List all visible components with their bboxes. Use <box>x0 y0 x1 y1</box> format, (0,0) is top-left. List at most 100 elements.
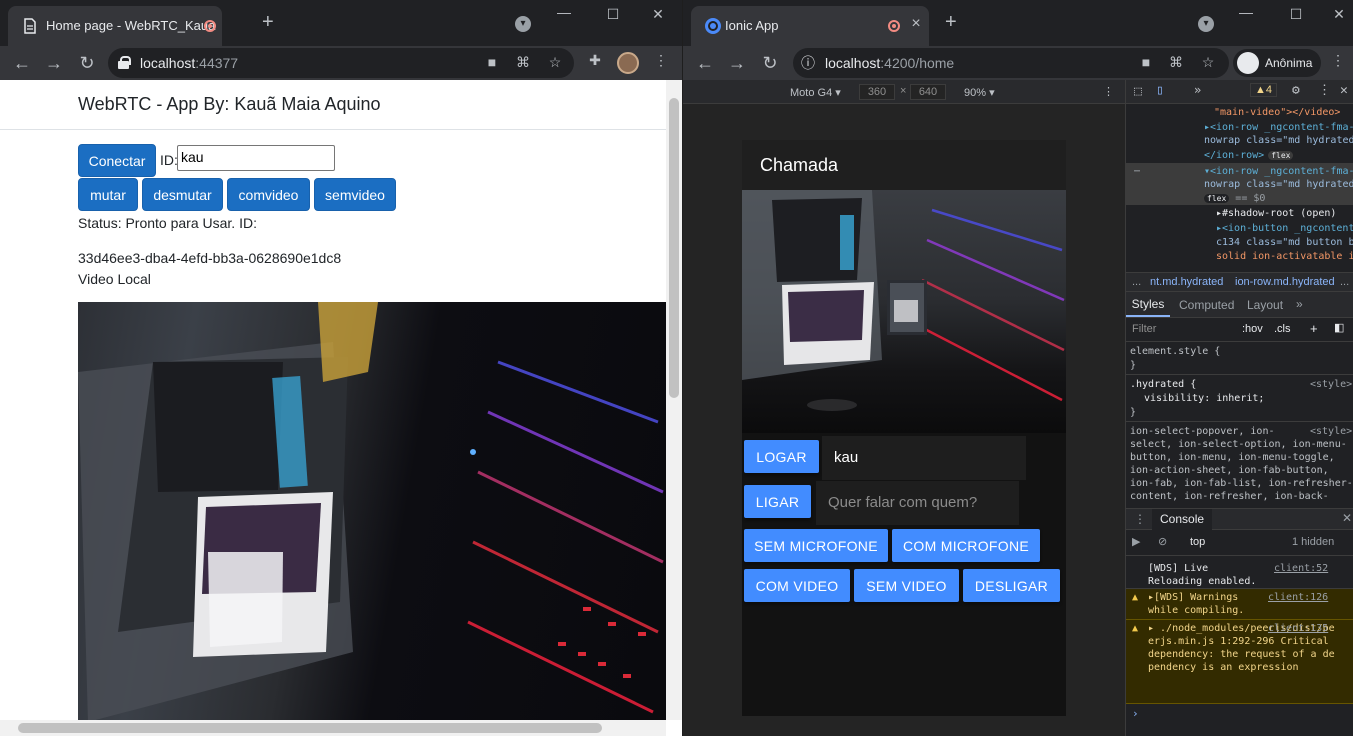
tab-webrtc[interactable]: Home page - WebRTC_Kaua <box>8 6 222 46</box>
camera-icon[interactable]: ■ <box>483 54 501 70</box>
style-property[interactable]: visibility: inherit; <box>1144 392 1353 405</box>
vertical-scrollbar[interactable] <box>666 80 682 720</box>
call-button[interactable]: LIGAR <box>744 485 811 518</box>
bookmark-star-icon[interactable]: ☆ <box>1199 54 1217 71</box>
back-icon[interactable]: ← <box>11 52 33 74</box>
tab-ionic-app[interactable]: Ionic App × <box>691 6 929 46</box>
dom-line[interactable]: ▾<ion-row _ngcontent-fma- <box>1204 165 1353 178</box>
new-tab-button[interactable]: + <box>262 12 274 32</box>
console-warning[interactable]: ▲ client:126 ▸[WDS] Warnings while compi… <box>1126 589 1353 620</box>
dom-line[interactable]: nowrap class="md hydrated <box>1204 134 1353 147</box>
console-source-link[interactable]: client:52 <box>1274 562 1328 575</box>
close-window-icon[interactable]: ✕ <box>1329 6 1349 23</box>
style-source[interactable]: <style> <box>1310 378 1353 391</box>
settings-gear-icon[interactable]: ⚙ <box>1292 83 1300 98</box>
devtools-menu-icon[interactable]: ⋮ <box>1318 83 1331 98</box>
more-tabs-icon[interactable]: » <box>1194 83 1201 97</box>
maximize-icon[interactable]: ☐ <box>603 6 623 23</box>
profile-avatar[interactable] <box>617 52 639 74</box>
scroll-thumb-horizontal[interactable] <box>18 723 602 733</box>
video-on-button[interactable]: COM VIDEO <box>744 569 850 602</box>
console-prompt[interactable]: › <box>1132 707 1139 720</box>
incognito-profile[interactable]: Anônima <box>1233 49 1321 77</box>
inspect-icon[interactable]: ⬚ <box>1134 84 1142 99</box>
sidebar-icon[interactable]: ▶︎ <box>1132 535 1140 548</box>
drawer-menu-icon[interactable]: ⋮ <box>1134 512 1146 526</box>
crumb-item[interactable]: ion-row.md.hydrated <box>1235 276 1335 288</box>
translate-icon[interactable]: ⌘ <box>1167 54 1185 71</box>
style-source[interactable]: <style> <box>1310 425 1353 438</box>
connect-button[interactable]: Conectar <box>78 144 156 177</box>
dom-line[interactable]: nowrap class="md hydrated <box>1204 178 1353 191</box>
page-title[interactable]: WebRTC - App By: Kauã Maia Aquino <box>78 94 381 115</box>
dom-line[interactable]: flex == $0 <box>1204 192 1353 205</box>
crumb-item[interactable]: ... <box>1340 276 1349 288</box>
scroll-thumb[interactable] <box>669 98 679 398</box>
dom-line[interactable]: "main-video"></video> <box>1214 106 1353 119</box>
dom-line[interactable]: ▸#shadow-root (open) <box>1216 207 1353 220</box>
add-rule-icon[interactable]: + <box>1310 321 1318 336</box>
unmute-button[interactable]: desmutar <box>142 178 223 211</box>
device-select[interactable]: Moto G4 ▾ <box>790 86 841 99</box>
mic-on-button[interactable]: COM MICROFONE <box>892 529 1040 562</box>
console-warning[interactable]: ▲ client:135 ▸ ./node_modules/peerjs/dis… <box>1126 620 1353 704</box>
info-icon[interactable]: ⓘ <box>799 53 817 73</box>
more-tabs-icon[interactable]: » <box>1296 297 1303 311</box>
id-input[interactable]: kau <box>177 145 335 171</box>
tab-styles[interactable]: Styles <box>1126 292 1170 317</box>
zoom-select[interactable]: 90% ▾ <box>964 86 995 99</box>
minimize-icon[interactable]: — <box>554 4 574 20</box>
hov-toggle[interactable]: :hov <box>1242 323 1263 335</box>
sidebar-toggle-icon[interactable]: ◧ <box>1334 321 1344 334</box>
dom-line[interactable]: </ion-row> flex <box>1204 149 1353 162</box>
horizontal-scrollbar[interactable] <box>0 720 666 736</box>
menu-kebab-icon[interactable]: ⋮ <box>652 52 670 69</box>
back-icon[interactable]: ← <box>694 52 716 74</box>
extensions-icon[interactable]: ✚ <box>586 52 604 69</box>
close-tab-icon[interactable]: × <box>907 15 925 33</box>
more-icon[interactable]: ⋮ <box>1103 85 1114 98</box>
login-button[interactable]: LOGAR <box>744 440 819 473</box>
menu-kebab-icon[interactable]: ⋮ <box>1329 52 1347 69</box>
drawer-close-icon[interactable]: ✕ <box>1342 511 1352 525</box>
forward-icon[interactable]: → <box>726 52 748 74</box>
clear-console-icon[interactable]: ⊘ <box>1158 535 1167 548</box>
video-on-button[interactable]: comvideo <box>227 178 310 211</box>
dom-line[interactable]: solid ion-activatable io <box>1216 250 1353 263</box>
forward-icon[interactable]: → <box>43 52 65 74</box>
call-input[interactable]: Quer falar com quem? <box>816 481 1019 525</box>
new-tab-button[interactable]: + <box>945 12 957 32</box>
device-toggle-icon[interactable]: ▯ <box>1156 83 1164 98</box>
reload-icon[interactable]: ↻ <box>759 52 781 74</box>
selected-dom-node[interactable]: ⋯ ▾<ion-row _ngcontent-fma- nowrap class… <box>1126 163 1353 205</box>
crumb-item[interactable]: nt.md.hydrated <box>1150 276 1223 288</box>
tab-computed[interactable]: Computed <box>1179 298 1234 312</box>
minimize-icon[interactable]: — <box>1236 4 1256 20</box>
crumb-item[interactable]: ... <box>1132 276 1141 288</box>
address-bar[interactable]: localhost:44377 ■ ⌘ ☆ <box>108 48 574 78</box>
dom-line[interactable]: ▸<ion-button _ngcontent <box>1216 222 1353 235</box>
tab-search-icon[interactable]: ▾ <box>515 16 531 32</box>
tab-layout[interactable]: Layout <box>1247 298 1283 312</box>
address-bar[interactable]: ⓘ localhost:4200/home ■ ⌘ ☆ <box>793 48 1229 78</box>
reload-icon[interactable]: ↻ <box>76 52 98 74</box>
mute-button[interactable]: mutar <box>78 178 138 211</box>
login-input[interactable]: kau <box>822 436 1026 480</box>
mic-off-button[interactable]: SEM MICROFONE <box>744 529 888 562</box>
tab-console[interactable]: Console <box>1152 509 1213 530</box>
cls-toggle[interactable]: .cls <box>1274 323 1291 335</box>
video-off-button[interactable]: semvideo <box>314 178 396 211</box>
devtools-close-icon[interactable]: ✕ <box>1340 83 1348 98</box>
context-select[interactable]: top <box>1190 536 1205 548</box>
console-source-link[interactable]: client:126 <box>1268 591 1328 604</box>
dom-line[interactable]: ▸<ion-row _ngcontent-fma- <box>1204 121 1353 134</box>
tab-search-icon[interactable]: ▾ <box>1198 16 1214 32</box>
camera-icon[interactable]: ■ <box>1137 54 1155 70</box>
console-source-link[interactable]: client:135 <box>1268 622 1328 635</box>
height-input[interactable]: 640 <box>910 84 946 100</box>
width-input[interactable]: 360 <box>859 84 895 100</box>
hangup-button[interactable]: DESLIGAR <box>963 569 1060 602</box>
maximize-icon[interactable]: ☐ <box>1286 6 1306 23</box>
video-off-button[interactable]: SEM VIDEO <box>854 569 959 602</box>
styles-filter-input[interactable]: Filter <box>1132 323 1156 335</box>
